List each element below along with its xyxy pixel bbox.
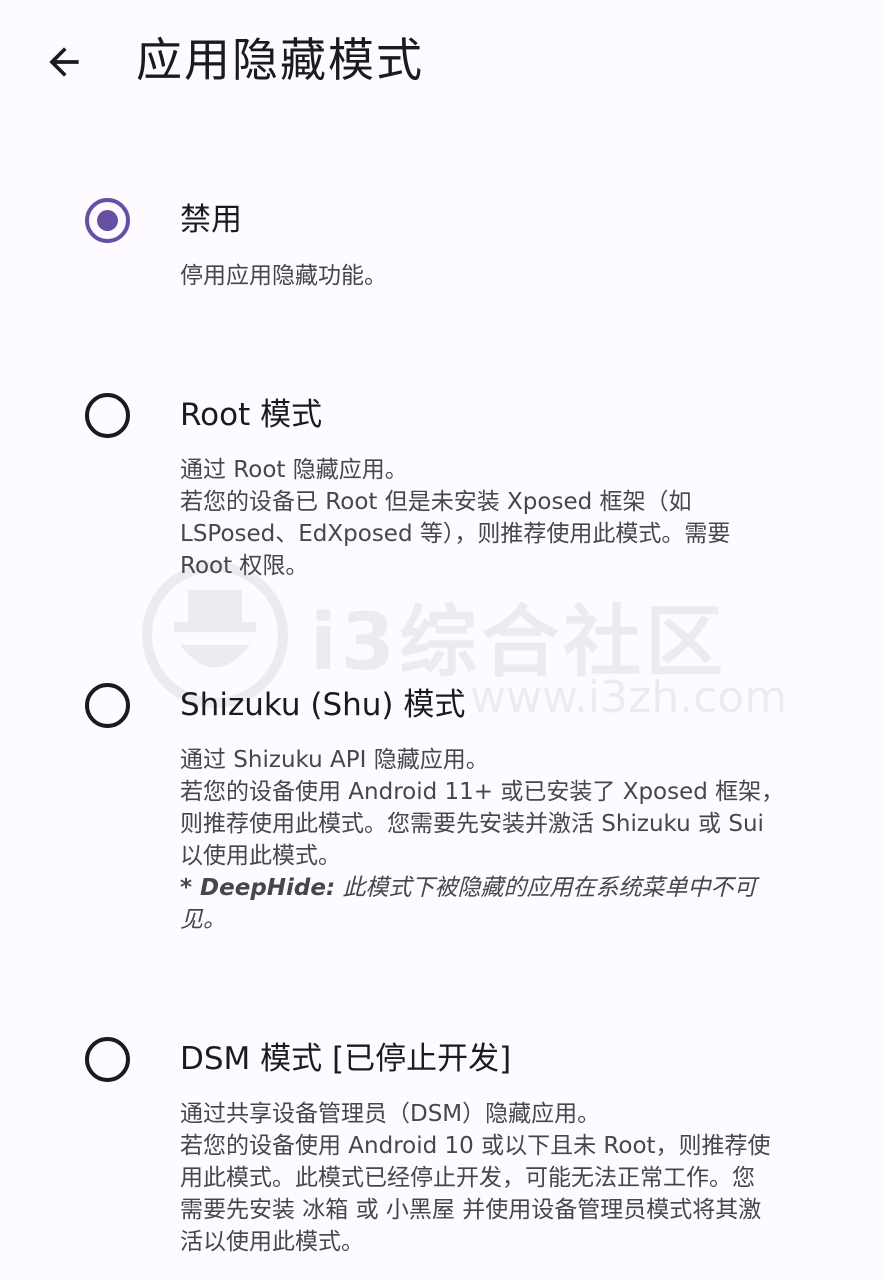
option-title: Shizuku (Shu) 模式 bbox=[180, 687, 466, 723]
description-line: 停用应用隐藏功能。 bbox=[180, 263, 387, 289]
radio-button[interactable] bbox=[85, 1037, 130, 1082]
option-description: 通过 Shizuku API 隐藏应用。 若您的设备使用 Android 11+… bbox=[180, 744, 820, 936]
description-line: 通过共享设备管理员（DSM）隐藏应用。 bbox=[180, 1101, 601, 1127]
radio-button[interactable] bbox=[85, 393, 130, 438]
option-disabled[interactable]: 禁用 停用应用隐藏功能。 bbox=[0, 180, 883, 320]
option-title: Root 模式 bbox=[180, 397, 323, 433]
deephide-note: * DeepHide: 此模式下被隐藏的应用在系统菜单中不可 bbox=[180, 872, 820, 904]
description-line: 通过 Root 隐藏应用。 bbox=[180, 457, 408, 483]
description-line: 以使用此模式。 bbox=[180, 843, 341, 869]
description-line: 若您的设备使用 Android 10 或以下且未 Root，则推荐使 bbox=[180, 1133, 771, 1159]
arrow-left-icon bbox=[49, 47, 79, 77]
option-dsm-mode[interactable]: DSM 模式 [已停止开发] 通过共享设备管理员（DSM）隐藏应用。 若您的设备… bbox=[0, 1017, 883, 1277]
note-text: 此模式下被隐藏的应用在系统菜单中不可 bbox=[335, 875, 757, 901]
description-line: Root 权限。 bbox=[180, 553, 309, 579]
app-bar: 应用隐藏模式 bbox=[0, 0, 883, 120]
radio-button[interactable] bbox=[85, 683, 130, 728]
description-line: 通过 Shizuku API 隐藏应用。 bbox=[180, 747, 489, 773]
option-shizuku-mode[interactable]: Shizuku (Shu) 模式 通过 Shizuku API 隐藏应用。 若您… bbox=[0, 665, 883, 945]
description-line: 则推荐使用此模式。您需要先安装并激活 Shizuku 或 Sui bbox=[180, 811, 764, 837]
note-label: * DeepHide: bbox=[180, 875, 336, 901]
description-line: LSPosed、EdXposed 等），则推荐使用此模式。需要 bbox=[180, 521, 731, 547]
note-text: 见。 bbox=[180, 907, 226, 933]
option-description: 停用应用隐藏功能。 bbox=[180, 260, 820, 292]
description-line: 若您的设备使用 Android 11+ 或已安装了 Xposed 框架， bbox=[180, 779, 785, 805]
option-title: DSM 模式 [已停止开发] bbox=[180, 1041, 512, 1077]
option-title: 禁用 bbox=[180, 202, 242, 238]
description-line: 若您的设备已 Root 但是未安装 Xposed 框架（如 bbox=[180, 489, 692, 515]
option-root-mode[interactable]: Root 模式 通过 Root 隐藏应用。 若您的设备已 Root 但是未安装 … bbox=[0, 375, 883, 595]
description-line: 需要先安装 冰箱 或 小黑屋 并使用设备管理员模式将其激 bbox=[180, 1197, 762, 1223]
page-title: 应用隐藏模式 bbox=[136, 33, 424, 87]
description-line: 活以使用此模式。 bbox=[180, 1229, 364, 1255]
option-description: 通过 Root 隐藏应用。 若您的设备已 Root 但是未安装 Xposed 框… bbox=[180, 454, 820, 582]
back-button[interactable] bbox=[36, 34, 92, 90]
description-line: 用此模式。此模式已经停止开发，可能无法正常工作。您 bbox=[180, 1165, 755, 1191]
option-description: 通过共享设备管理员（DSM）隐藏应用。 若您的设备使用 Android 10 或… bbox=[180, 1098, 820, 1258]
radio-button-selected[interactable] bbox=[85, 198, 130, 243]
